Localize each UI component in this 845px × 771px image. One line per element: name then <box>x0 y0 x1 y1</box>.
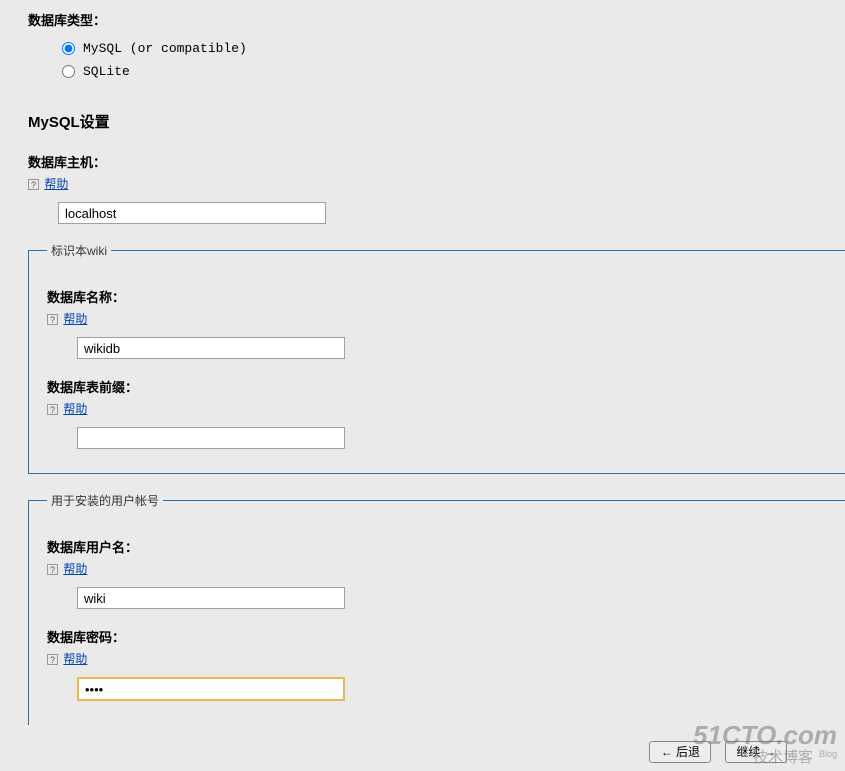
identify-wiki-legend: 标识本wiki <box>47 242 111 259</box>
db-type-mysql-label: MySQL (or compatible) <box>83 41 247 56</box>
db-pass-help-link[interactable]: 帮助 <box>63 652 87 666</box>
db-username-input[interactable] <box>77 587 345 609</box>
db-user-help-link[interactable]: 帮助 <box>63 562 87 576</box>
db-name-help-link[interactable]: 帮助 <box>63 312 87 326</box>
table-prefix-help-link[interactable]: 帮助 <box>63 402 87 416</box>
db-host-help-link[interactable]: 帮助 <box>44 177 68 191</box>
help-icon: ? <box>47 314 58 325</box>
identify-wiki-fieldset: 标识本wiki 数据库名称： ? 帮助 数据库表前缀： ? 帮助 <box>28 242 845 474</box>
help-icon: ? <box>47 404 58 415</box>
db-host-block: 数据库主机： ? 帮助 <box>28 152 817 224</box>
db-type-mysql-radio[interactable] <box>62 42 75 55</box>
db-pass-block: 数据库密码： ? 帮助 <box>47 627 827 701</box>
db-type-label: 数据库类型： <box>28 10 817 29</box>
mysql-settings-heading: MySQL设置 <box>28 111 817 132</box>
db-host-input[interactable] <box>58 202 326 224</box>
db-type-sqlite-radio[interactable] <box>62 65 75 78</box>
db-name-input[interactable] <box>77 337 345 359</box>
install-account-legend: 用于安装的用户帐号 <box>47 492 163 509</box>
db-user-label: 数据库用户名： <box>47 537 827 556</box>
button-bar: ← 后退 继续 → <box>28 725 817 763</box>
db-password-input[interactable] <box>77 677 345 701</box>
db-pass-label: 数据库密码： <box>47 627 827 646</box>
db-type-sqlite-row[interactable]: SQLite <box>28 60 817 83</box>
table-prefix-input[interactable] <box>77 427 345 449</box>
continue-button[interactable]: 继续 → <box>725 741 787 763</box>
help-icon: ? <box>47 564 58 575</box>
db-type-mysql-row[interactable]: MySQL (or compatible) <box>28 37 817 60</box>
table-prefix-block: 数据库表前缀： ? 帮助 <box>47 377 827 449</box>
db-name-block: 数据库名称： ? 帮助 <box>47 287 827 359</box>
help-icon: ? <box>28 179 39 190</box>
db-name-label: 数据库名称： <box>47 287 827 306</box>
install-account-fieldset: 用于安装的用户帐号 数据库用户名： ? 帮助 数据库密码： ? 帮助 <box>28 492 845 725</box>
db-user-block: 数据库用户名： ? 帮助 <box>47 537 827 609</box>
back-button[interactable]: ← 后退 <box>649 741 711 763</box>
db-host-label: 数据库主机： <box>28 152 817 171</box>
help-icon: ? <box>47 654 58 665</box>
table-prefix-label: 数据库表前缀： <box>47 377 827 396</box>
db-type-block: 数据库类型： MySQL (or compatible) SQLite <box>28 10 817 83</box>
db-type-sqlite-label: SQLite <box>83 64 130 79</box>
